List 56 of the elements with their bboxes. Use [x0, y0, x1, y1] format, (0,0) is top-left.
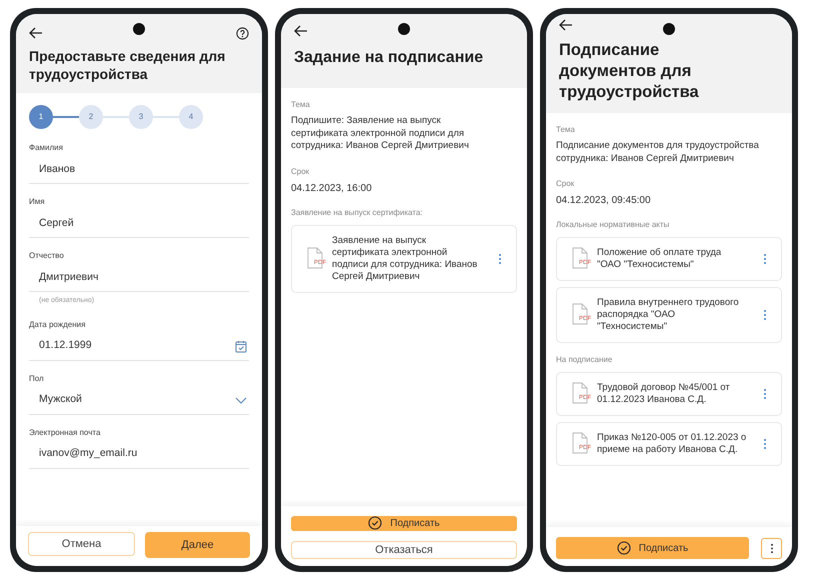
input-field[interactable]: Мужской — [29, 386, 249, 414]
calendar-icon[interactable] — [235, 340, 247, 352]
due-date: 04.12.2023, 16:00 — [291, 182, 373, 196]
group-label: Заявление на выпуск сертификата: — [291, 206, 424, 218]
group-label: На подписание — [556, 354, 614, 366]
input-field[interactable]: Сергей — [29, 210, 249, 238]
due-date: 04.12.2023, 09:45:00 — [556, 194, 652, 208]
step-connector — [53, 116, 79, 118]
cancel-button[interactable]: Отказаться — [291, 540, 517, 559]
more-icon — [770, 542, 774, 554]
sign-button[interactable]: Подписать — [556, 537, 749, 559]
chevron-down-icon[interactable] — [235, 396, 247, 404]
cancel-button[interactable]: Отмена — [28, 532, 135, 556]
input-field[interactable]: Дмитриевич — [29, 264, 249, 292]
group-label: Локальные нормативные акты — [556, 219, 670, 231]
input-field[interactable]: Иванов — [29, 156, 249, 184]
check-circle-icon — [368, 516, 382, 530]
step-indicator[interactable]: 4 — [179, 105, 203, 129]
next-button[interactable]: Далее — [145, 532, 250, 558]
field-label: Электронная почта — [29, 428, 102, 438]
document-name: Приказ №120-005 от 01.12.2023 о приеме на работу Иванова С.Д. — [597, 432, 747, 456]
sign-button[interactable]: Подписать — [291, 516, 517, 530]
field-label: Имя — [29, 197, 46, 207]
back-arrow-icon[interactable] — [559, 19, 573, 31]
field-label: Пол — [29, 374, 45, 384]
more-icon[interactable] — [498, 252, 502, 264]
check-circle-icon — [616, 541, 631, 555]
more-icon[interactable] — [763, 388, 767, 400]
field-label: Отчество — [29, 251, 65, 261]
screen-title: Предоставьте сведения для трудоустройства — [29, 47, 226, 83]
input-field[interactable]: ivanov@my_email.ru — [29, 440, 249, 468]
help-icon[interactable] — [236, 26, 249, 40]
document-name: Правила внутреннего трудового распорядка "ОАО "Техносистемы" — [597, 297, 740, 333]
more-button[interactable] — [761, 538, 782, 558]
document-name: Заявление на выпуск сертификата электронной подписи для сотрудника: Иванов Сергей Дмитриевич — [332, 234, 478, 282]
section-label: Тема — [556, 124, 576, 136]
back-arrow-icon[interactable] — [29, 27, 43, 39]
more-icon[interactable] — [763, 253, 767, 265]
more-icon[interactable] — [763, 438, 767, 450]
more-icon[interactable] — [763, 309, 767, 321]
back-arrow-icon[interactable] — [294, 25, 308, 37]
step-connector — [153, 116, 179, 118]
field-label: Фамилия — [29, 143, 64, 153]
section-label: Тема — [291, 99, 311, 111]
topic-text: Подпишите: Заявление на выпуск сертификата электронной подписи для сотрудника: Иванов Сергей Дмитриевич — [291, 115, 470, 152]
document-name: Положение об оплате труда "ОАО "Техносистемы" — [597, 247, 722, 271]
topic-text: Подписание документов для трудоустройства сотрудника: Иванов Сергей Дмитриевич — [556, 140, 760, 165]
document-name: Трудовой договор №45/001 от 01.12.2023 Иванова С.Д. — [597, 382, 731, 406]
screen-title: Задание на подписание — [294, 48, 484, 68]
field-label: Дата рождения — [29, 320, 86, 330]
step-indicator[interactable]: 1 — [29, 105, 53, 129]
section-label: Срок — [556, 178, 576, 190]
screen-title: Подписание документов для трудоустройства — [559, 40, 700, 103]
step-connector — [103, 116, 129, 118]
section-label: Срок — [291, 166, 310, 178]
input-field[interactable]: 01.12.1999 — [29, 332, 249, 360]
